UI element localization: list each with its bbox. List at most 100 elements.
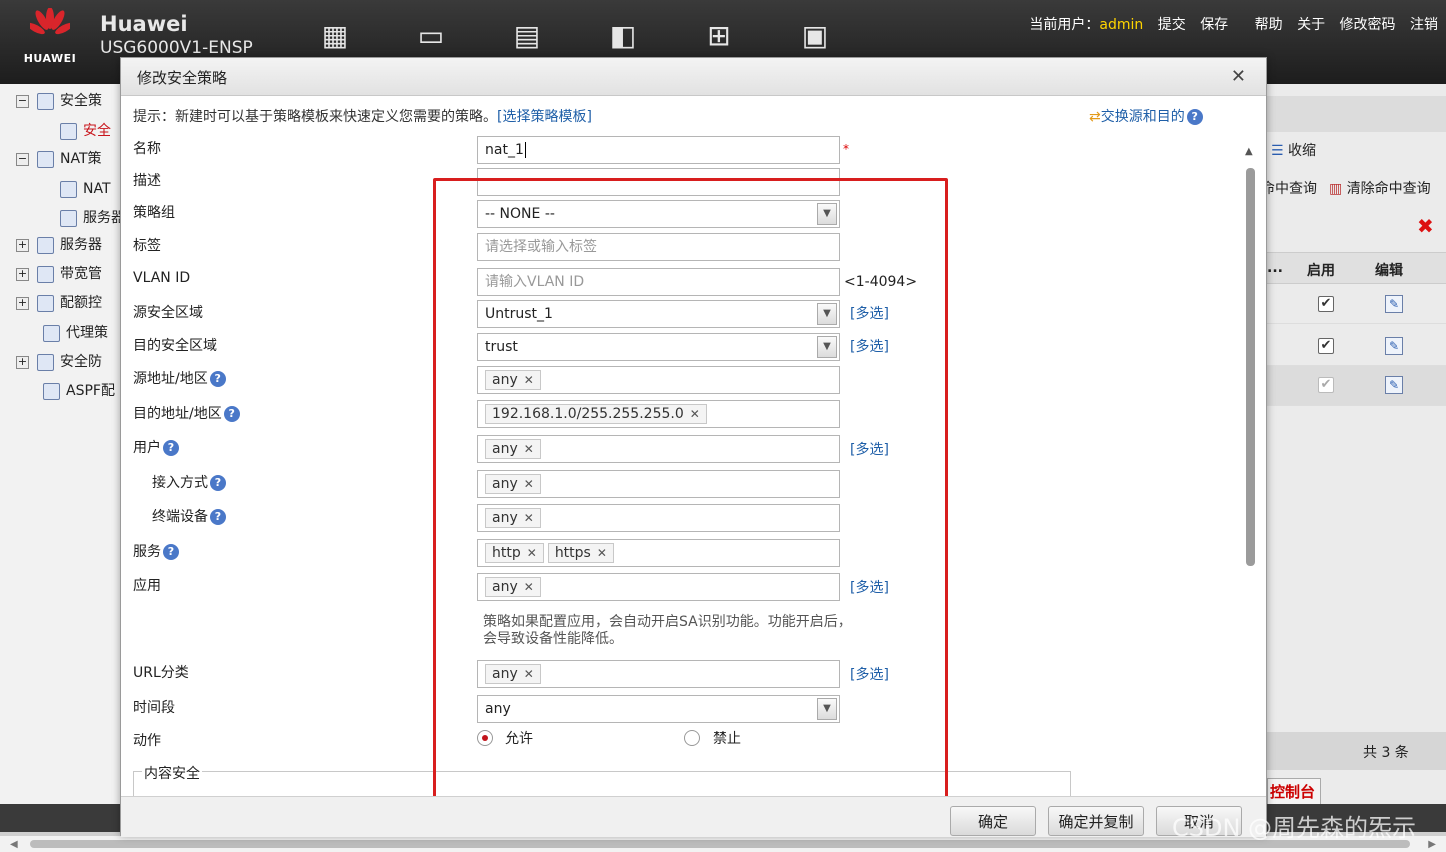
policy-group-select[interactable]: -- NONE -- ▼ (477, 200, 840, 228)
swap-source-dest-link[interactable]: ⇄交换源和目的? (1089, 106, 1203, 126)
help-icon[interactable]: ? (210, 509, 226, 525)
terminal-device-input[interactable]: any ✕ (477, 504, 840, 532)
edit-icon[interactable]: ✎ (1385, 376, 1403, 394)
nat-icon (60, 180, 77, 198)
tree-item-proxy[interactable]: 代理策 (43, 320, 108, 346)
logout-link[interactable]: 注销 (1410, 17, 1438, 33)
terminal-device-tag: any ✕ (485, 508, 541, 528)
huawei-petals-icon (30, 8, 70, 35)
console-tab[interactable]: 控制台 (1267, 778, 1321, 806)
expand-icon[interactable]: + (16, 355, 29, 369)
column-header-edit: 编辑 (1375, 263, 1403, 279)
dest-address-input[interactable]: 192.168.1.0/255.255.255.0 ✕ (477, 400, 840, 428)
close-filter-icon[interactable]: ✖ (1417, 214, 1434, 238)
user-input[interactable]: any ✕ (477, 435, 840, 463)
tree-item-security-protection[interactable]: + 安全防 (16, 349, 102, 375)
action-deny-radio[interactable] (684, 730, 700, 746)
vlan-id-input[interactable]: 请输入VLAN ID (477, 268, 840, 296)
vertical-scrollbar[interactable]: ▲ ▼ (1241, 146, 1259, 796)
select-template-link[interactable]: [选择策略模板] (497, 109, 592, 125)
help-icon[interactable]: ? (210, 475, 226, 491)
tree-item-quota[interactable]: + 配额控 (16, 290, 102, 316)
user-multi-select[interactable]: [多选] (850, 439, 889, 459)
tree-item-bandwidth[interactable]: + 带宽管 (16, 261, 102, 287)
remove-tag-icon[interactable]: ✕ (524, 667, 534, 681)
ok-and-copy-button[interactable]: 确定并复制 (1048, 806, 1144, 836)
ok-button[interactable]: 确定 (950, 806, 1036, 836)
chevron-down-icon[interactable]: ▼ (817, 336, 837, 358)
hit-query-button[interactable]: 命中查询 (1261, 178, 1317, 198)
help-icon[interactable]: ? (209, 371, 226, 387)
remove-tag-icon[interactable]: ✕ (524, 511, 534, 525)
clear-hit-query-button[interactable]: ▥ 清除命中查询 (1329, 178, 1431, 198)
tree-item-server-mapping[interactable]: 服务器 (60, 205, 125, 231)
tree-item-aspf[interactable]: ASPF配 (43, 378, 115, 404)
application-multi-select[interactable]: [多选] (850, 577, 889, 597)
tree-item-security-policy-list[interactable]: 安全 (60, 118, 111, 144)
help-icon[interactable]: ? (223, 406, 240, 422)
chevron-down-icon[interactable]: ▼ (817, 303, 837, 325)
time-range-select[interactable]: any ▼ (477, 695, 840, 723)
tree-item-nat[interactable]: NAT (60, 176, 111, 202)
vlan-id-label: VLAN ID (133, 270, 191, 286)
remove-tag-icon[interactable]: ✕ (524, 442, 534, 456)
submit-link[interactable]: 提交 (1158, 17, 1186, 33)
monitor-icon[interactable]: ▭ (413, 20, 449, 52)
expand-icon[interactable]: + (16, 267, 29, 281)
help-icon[interactable]: ? (163, 440, 179, 456)
chevron-down-icon[interactable]: ▼ (817, 203, 837, 225)
description-input[interactable] (477, 168, 840, 196)
collapse-icon[interactable]: − (16, 152, 29, 166)
access-mode-input[interactable]: any ✕ (477, 470, 840, 498)
collapse-icon[interactable]: − (16, 94, 29, 108)
edit-icon[interactable]: ✎ (1385, 337, 1403, 355)
source-zone-multi-select[interactable]: [多选] (850, 303, 889, 323)
edit-icon[interactable]: ✎ (1385, 295, 1403, 313)
scroll-left-icon[interactable]: ◀ (10, 839, 18, 850)
application-input[interactable]: any ✕ (477, 573, 840, 601)
source-zone-select[interactable]: Untrust_1 ▼ (477, 300, 840, 328)
source-address-input[interactable]: any ✕ (477, 366, 840, 394)
save-link[interactable]: 保存 (1200, 17, 1228, 33)
action-allow-radio[interactable] (477, 730, 493, 746)
scroll-right-icon[interactable]: ▶ (1428, 839, 1436, 850)
enable-checkbox[interactable]: ✔ (1318, 296, 1334, 312)
tree-item-server-lb[interactable]: + 服务器 (16, 232, 102, 258)
dest-zone-select[interactable]: trust ▼ (477, 333, 840, 361)
tree-item-security-policy[interactable]: − 安全策 (16, 88, 102, 114)
remove-tag-icon[interactable]: ✕ (597, 546, 607, 560)
remove-tag-icon[interactable]: ✕ (690, 407, 700, 421)
policy-icon[interactable]: ▤ (509, 20, 545, 52)
chevron-down-icon[interactable]: ▼ (817, 698, 837, 720)
system-icon[interactable]: ▣ (797, 20, 833, 52)
close-icon[interactable]: ✕ (1231, 66, 1246, 87)
enable-checkbox[interactable]: ✔ (1318, 377, 1334, 393)
help-icon[interactable]: ? (163, 544, 179, 560)
name-input[interactable]: nat_1 (477, 136, 840, 164)
collapse-button[interactable]: ☰ 收缩 (1271, 140, 1316, 160)
remove-tag-icon[interactable]: ✕ (524, 580, 534, 594)
tag-input[interactable]: 请选择或输入标签 (477, 233, 840, 261)
help-link[interactable]: 帮助 (1255, 17, 1283, 33)
expand-icon[interactable]: + (16, 296, 29, 310)
expand-icon[interactable]: + (16, 238, 29, 252)
scroll-up-icon[interactable]: ▲ (1245, 146, 1253, 157)
remove-tag-icon[interactable]: ✕ (524, 477, 534, 491)
about-link[interactable]: 关于 (1297, 17, 1325, 33)
dashboard-icon[interactable]: ▦ (317, 20, 353, 52)
tree-item-label: ASPF配 (66, 383, 115, 399)
url-category-input[interactable]: any ✕ (477, 660, 840, 688)
remove-tag-icon[interactable]: ✕ (524, 373, 534, 387)
scroll-thumb[interactable] (1246, 168, 1255, 566)
help-icon[interactable]: ? (1186, 109, 1203, 125)
remove-tag-icon[interactable]: ✕ (527, 546, 537, 560)
tree-item-label: 服务器 (83, 210, 125, 226)
enable-checkbox[interactable]: ✔ (1318, 338, 1334, 354)
object-icon[interactable]: ◧ (605, 20, 641, 52)
tree-item-nat-policy[interactable]: − NAT策 (16, 146, 102, 172)
network-icon[interactable]: ⊞ (701, 20, 737, 52)
url-category-multi-select[interactable]: [多选] (850, 664, 889, 684)
dest-zone-multi-select[interactable]: [多选] (850, 336, 889, 356)
change-password-link[interactable]: 修改密码 (1340, 17, 1396, 33)
service-input[interactable]: http ✕ https ✕ (477, 539, 840, 567)
